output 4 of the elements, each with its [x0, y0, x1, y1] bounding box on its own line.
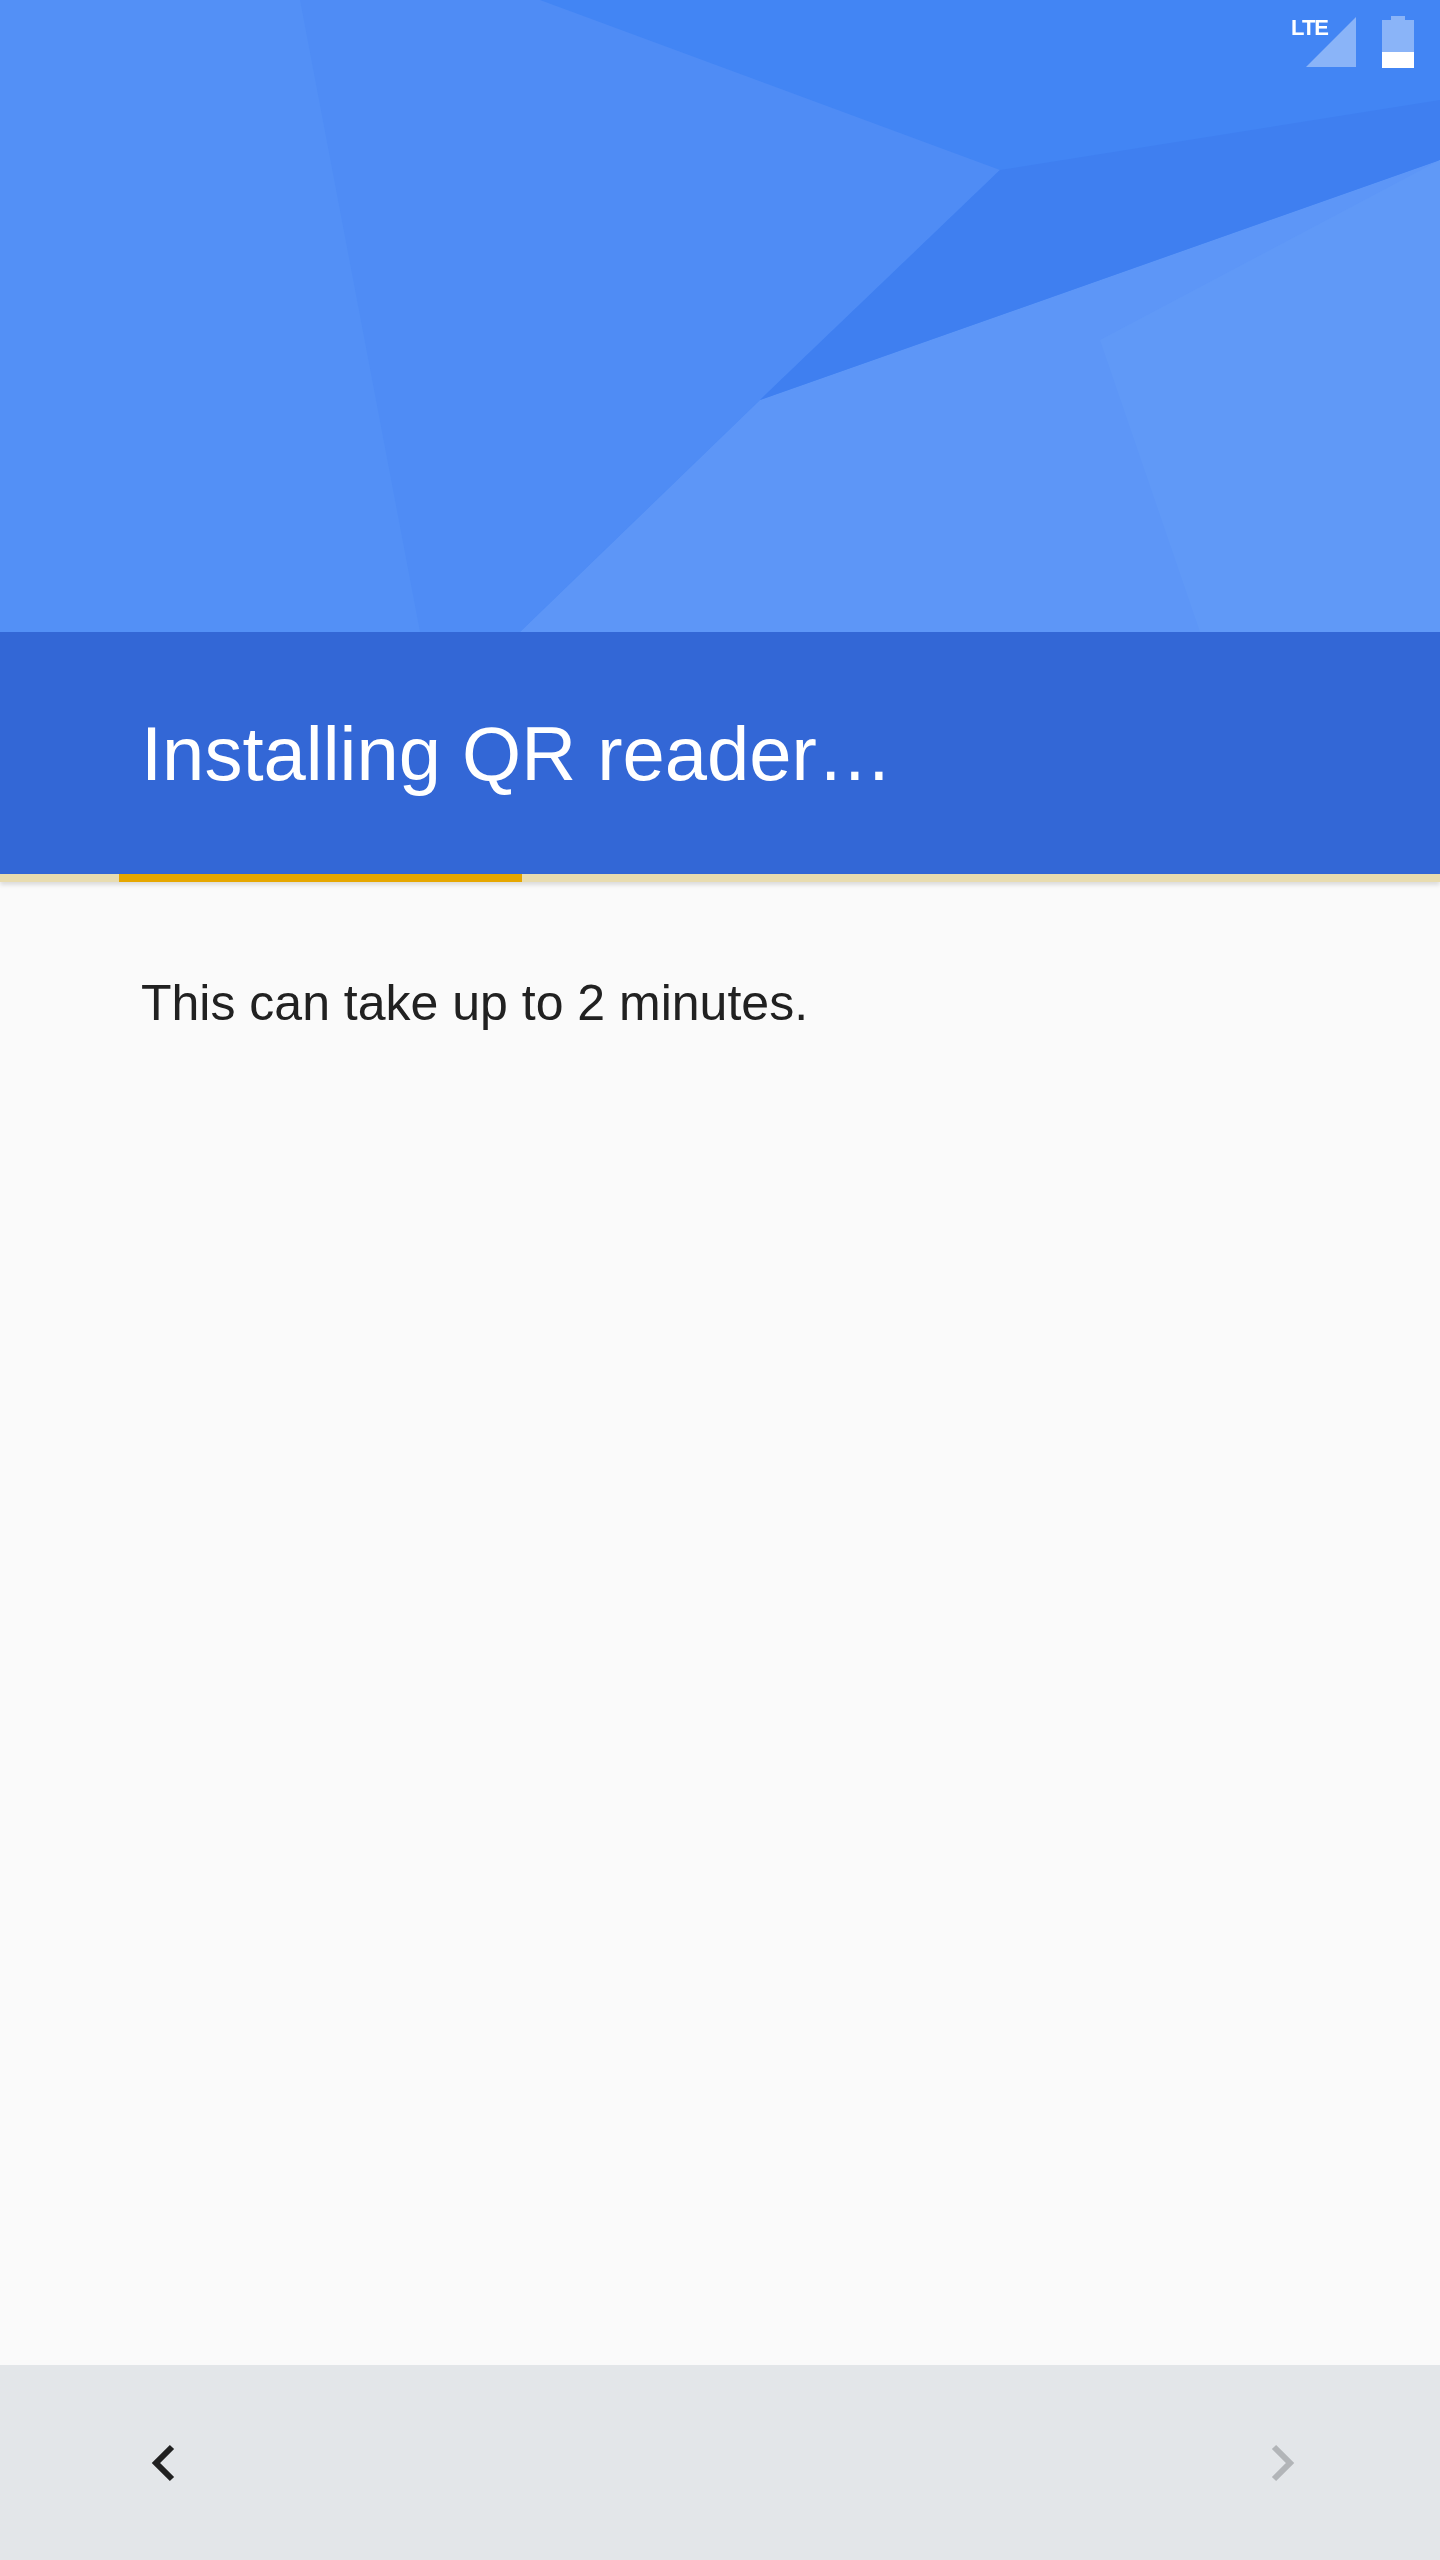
network-type-label: LTE	[1291, 15, 1328, 41]
page-title: Installing QR reader…	[141, 709, 893, 797]
description-text: This can take up to 2 minutes.	[141, 974, 810, 1032]
battery-icon	[1382, 16, 1414, 68]
